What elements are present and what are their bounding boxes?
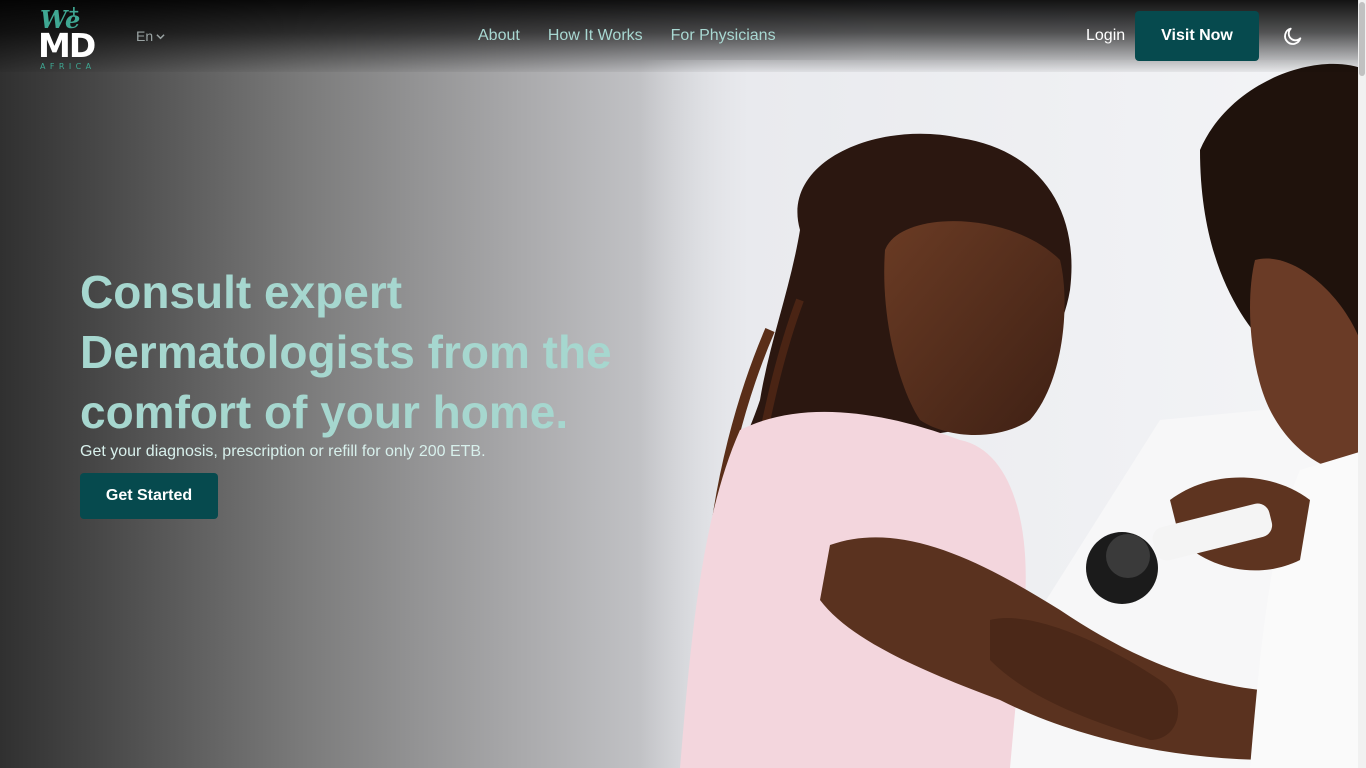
visit-now-button[interactable]: Visit Now xyxy=(1135,11,1259,61)
login-link[interactable]: Login xyxy=(1086,27,1125,45)
hero-subtext: Get your diagnosis, prescription or refi… xyxy=(80,443,486,460)
svg-text:+: + xyxy=(68,4,80,20)
nav-link-how-it-works[interactable]: How It Works xyxy=(548,27,643,45)
page-scrollbar[interactable] xyxy=(1358,0,1366,768)
hero-headline: Consult expert Dermatologists from the c… xyxy=(80,266,612,438)
moon-icon[interactable] xyxy=(1282,25,1304,47)
language-label: En xyxy=(136,28,154,44)
scrollbar-thumb[interactable] xyxy=(1359,2,1365,76)
svg-text:MD: MD xyxy=(38,26,95,65)
chevron-down-icon xyxy=(156,33,165,39)
wemd-africa-logo[interactable]: We + MD AFRICA xyxy=(38,4,108,70)
get-started-button[interactable]: Get Started xyxy=(80,473,218,519)
nav-link-about[interactable]: About xyxy=(478,27,520,45)
nav-link-for-physicians[interactable]: For Physicians xyxy=(671,27,776,45)
language-selector[interactable]: En xyxy=(136,28,165,44)
top-navigation: We + MD AFRICA En About How It Works For… xyxy=(0,0,1366,72)
main-menu: About How It Works For Physicians xyxy=(478,27,776,45)
svg-text:AFRICA: AFRICA xyxy=(40,62,95,70)
